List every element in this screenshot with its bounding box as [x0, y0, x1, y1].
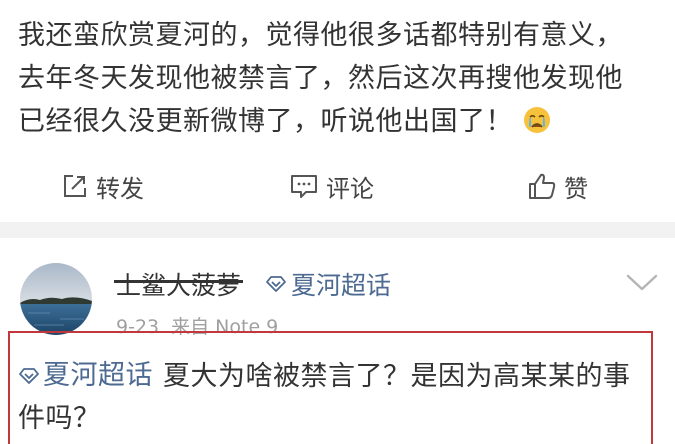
reply-body: 夏河超话 夏大为啥被禁言了？是因为高某某的事 件吗？ [18, 355, 658, 440]
post-line-2: 去年冬天发现他被禁言了，然后这次再搜他发现他 [18, 63, 623, 94]
reply-line-2: 件吗？ [18, 403, 101, 434]
like-label: 赞 [564, 174, 588, 203]
comment-button[interactable]: 评论 [290, 158, 374, 214]
thumbs-up-icon [529, 173, 556, 199]
comment-icon [291, 175, 317, 198]
chevron-down-icon[interactable] [625, 272, 659, 294]
crying-face-emoji-icon [524, 107, 550, 133]
avatar[interactable] [20, 263, 92, 335]
repost-icon [64, 175, 86, 197]
reply-username-text: 上鲨大菠萝 [116, 271, 242, 300]
feed-separator [0, 222, 675, 238]
reply-line-1-text: 夏大为啥被禁言了？是因为高某某的事 [163, 361, 631, 392]
like-button[interactable]: 赞 [528, 158, 588, 214]
supertopic-label: 夏河超话 [291, 271, 392, 300]
post-line-1: 我还蛮欣赏夏河的，觉得他很多话都特别有意义， [18, 20, 623, 51]
repost-label: 转发 [96, 174, 144, 203]
inline-supertopic-link[interactable]: 夏河超话 [18, 355, 153, 397]
reply-line-1: 夏河超话 夏大为啥被禁言了？是因为高某某的事 [18, 355, 658, 398]
comment-label: 评论 [326, 174, 374, 203]
diamond-icon [19, 368, 39, 384]
weibo-page: 我还蛮欣赏夏河的，觉得他很多话都特别有意义， 去年冬天发现他被禁言了，然后这次再… [0, 0, 675, 444]
post-line-3-text: 已经很久没更新微博了，听说他出国了！ [18, 106, 513, 137]
repost-button[interactable]: 转发 [62, 158, 144, 214]
supertopic-tag[interactable]: 夏河超话 [265, 266, 391, 302]
username-strike [114, 280, 244, 283]
reply-username[interactable]: 上鲨大菠萝 [114, 266, 244, 302]
post-line-3: 已经很久没更新微博了，听说他出国了！ [18, 100, 663, 143]
avatar-lake-image [20, 263, 92, 335]
post-action-bar: 转发 评论 赞 [0, 158, 675, 214]
post-body: 我还蛮欣赏夏河的，觉得他很多话都特别有意义， 去年冬天发现他被禁言了，然后这次再… [18, 14, 663, 143]
diamond-icon [266, 276, 286, 292]
inline-supertopic-label: 夏河超话 [43, 360, 153, 391]
